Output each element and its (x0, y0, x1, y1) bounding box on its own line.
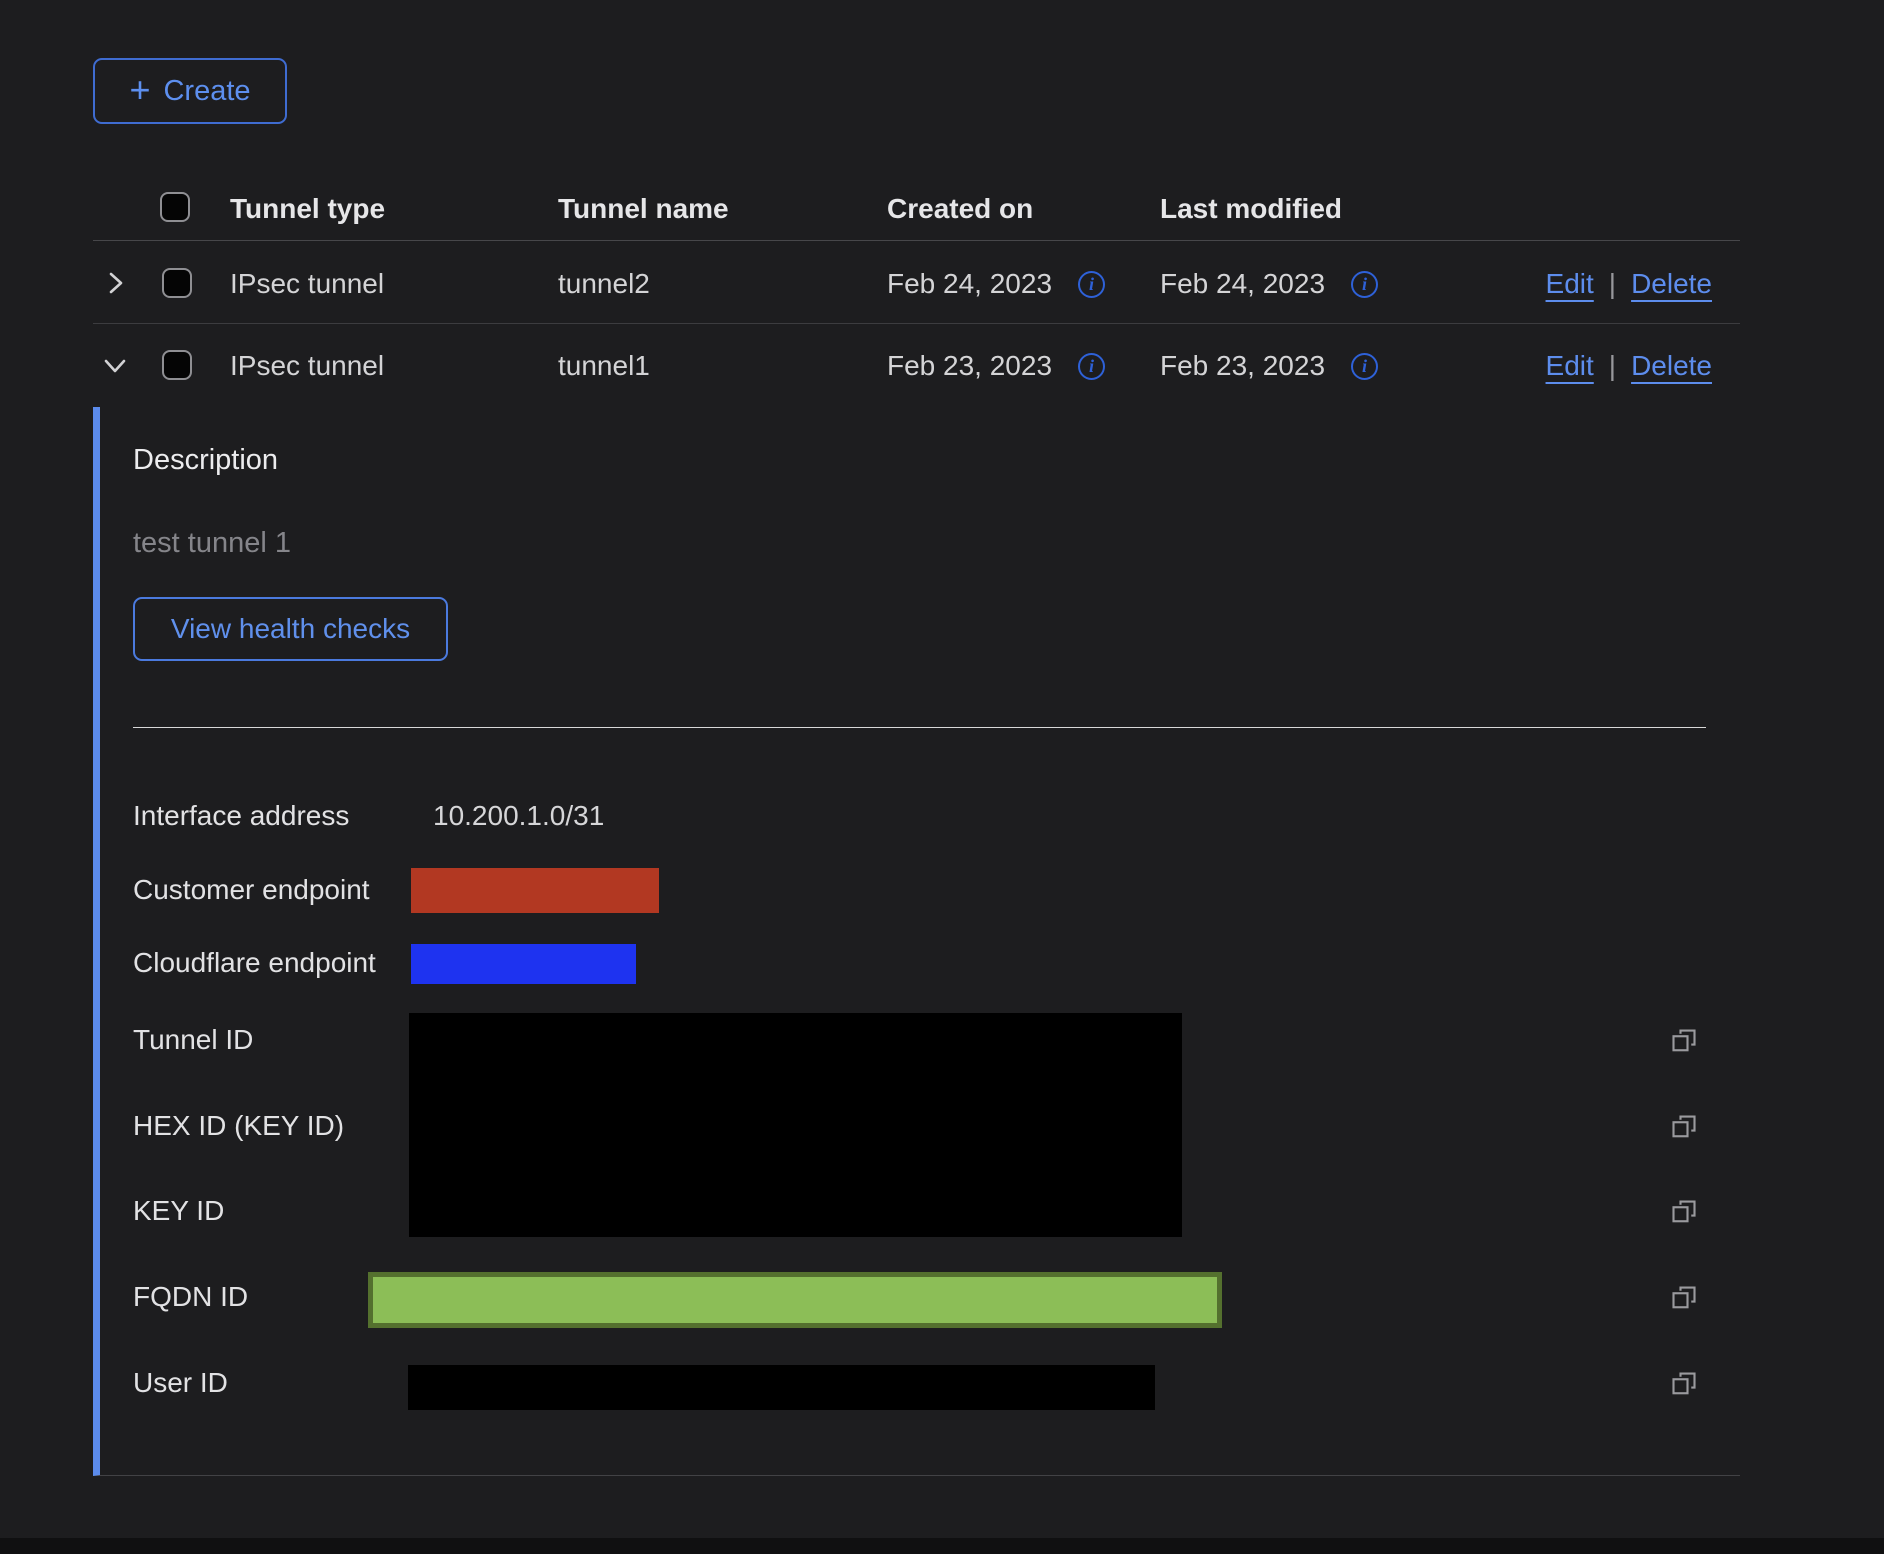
column-header-tunnel-name: Tunnel name (558, 189, 729, 229)
created-on-value: Feb 23, 2023 (887, 346, 1052, 386)
header-divider (93, 240, 1740, 241)
edit-link[interactable]: Edit (1546, 264, 1594, 304)
key-id-label: KEY ID (133, 1191, 224, 1231)
copy-user-id-button[interactable] (1669, 1369, 1699, 1399)
tunnel-name-cell: tunnel2 (558, 264, 650, 304)
customer-endpoint-redacted-value (411, 868, 659, 913)
interface-address-value: 10.200.1.0/31 (433, 796, 604, 836)
customer-endpoint-label: Customer endpoint (133, 870, 370, 910)
actions-separator: | (1609, 264, 1616, 304)
chevron-down-icon[interactable] (100, 351, 130, 384)
tunnel-type-cell: IPsec tunnel (230, 346, 384, 386)
copy-hex-id-button[interactable] (1669, 1112, 1699, 1142)
column-header-last-modified: Last modified (1160, 189, 1342, 229)
copy-key-id-button[interactable] (1669, 1197, 1699, 1227)
create-button-label: Create (163, 75, 250, 108)
delete-link[interactable]: Delete (1631, 264, 1712, 304)
fqdn-id-label: FQDN ID (133, 1277, 248, 1317)
copy-fqdn-id-button[interactable] (1669, 1283, 1699, 1313)
info-icon[interactable]: i (1351, 353, 1378, 380)
select-all-checkbox[interactable] (160, 192, 190, 222)
description-value: test tunnel 1 (133, 523, 291, 563)
bottom-edge-strip (0, 1538, 1884, 1554)
row-actions: Edit | Delete (1546, 346, 1712, 386)
info-icon[interactable]: i (1351, 271, 1378, 298)
user-id-redacted-value (408, 1365, 1155, 1410)
last-modified-cell: Feb 23, 2023 i (1160, 346, 1378, 386)
info-icon[interactable]: i (1078, 271, 1105, 298)
fqdn-id-redacted-value (368, 1272, 1222, 1328)
hex-id-label: HEX ID (KEY ID) (133, 1106, 344, 1146)
ids-redacted-block (409, 1013, 1182, 1237)
chevron-right-icon[interactable] (102, 268, 130, 303)
tunnel-type-cell: IPsec tunnel (230, 264, 384, 304)
row-actions: Edit | Delete (1546, 264, 1712, 304)
user-id-label: User ID (133, 1363, 228, 1403)
plus-icon: + (129, 72, 150, 108)
created-on-cell: Feb 23, 2023 i (887, 346, 1105, 386)
interface-address-label: Interface address (133, 796, 349, 836)
panel-divider (133, 727, 1706, 728)
tunnels-page: { "colors": { "page_background": "#1d1d1… (0, 0, 1884, 1554)
tunnel-id-label: Tunnel ID (133, 1020, 253, 1060)
row-divider (93, 323, 1740, 324)
view-health-checks-button[interactable]: View health checks (133, 597, 448, 661)
last-modified-value: Feb 24, 2023 (1160, 264, 1325, 304)
edit-link[interactable]: Edit (1546, 346, 1594, 386)
tunnel-name-cell: tunnel1 (558, 346, 650, 386)
select-row-checkbox[interactable] (162, 268, 192, 298)
column-header-created-on: Created on (887, 189, 1033, 229)
last-modified-cell: Feb 24, 2023 i (1160, 264, 1378, 304)
select-row-checkbox[interactable] (162, 350, 192, 380)
cloudflare-endpoint-label: Cloudflare endpoint (133, 943, 376, 983)
create-button[interactable]: + Create (93, 58, 287, 124)
actions-separator: | (1609, 346, 1616, 386)
created-on-value: Feb 24, 2023 (887, 264, 1052, 304)
delete-link[interactable]: Delete (1631, 346, 1712, 386)
info-icon[interactable]: i (1078, 353, 1105, 380)
last-modified-value: Feb 23, 2023 (1160, 346, 1325, 386)
copy-tunnel-id-button[interactable] (1669, 1026, 1699, 1056)
description-label: Description (133, 440, 278, 480)
cloudflare-endpoint-redacted-value (411, 944, 636, 984)
column-header-tunnel-type: Tunnel type (230, 189, 385, 229)
created-on-cell: Feb 24, 2023 i (887, 264, 1105, 304)
